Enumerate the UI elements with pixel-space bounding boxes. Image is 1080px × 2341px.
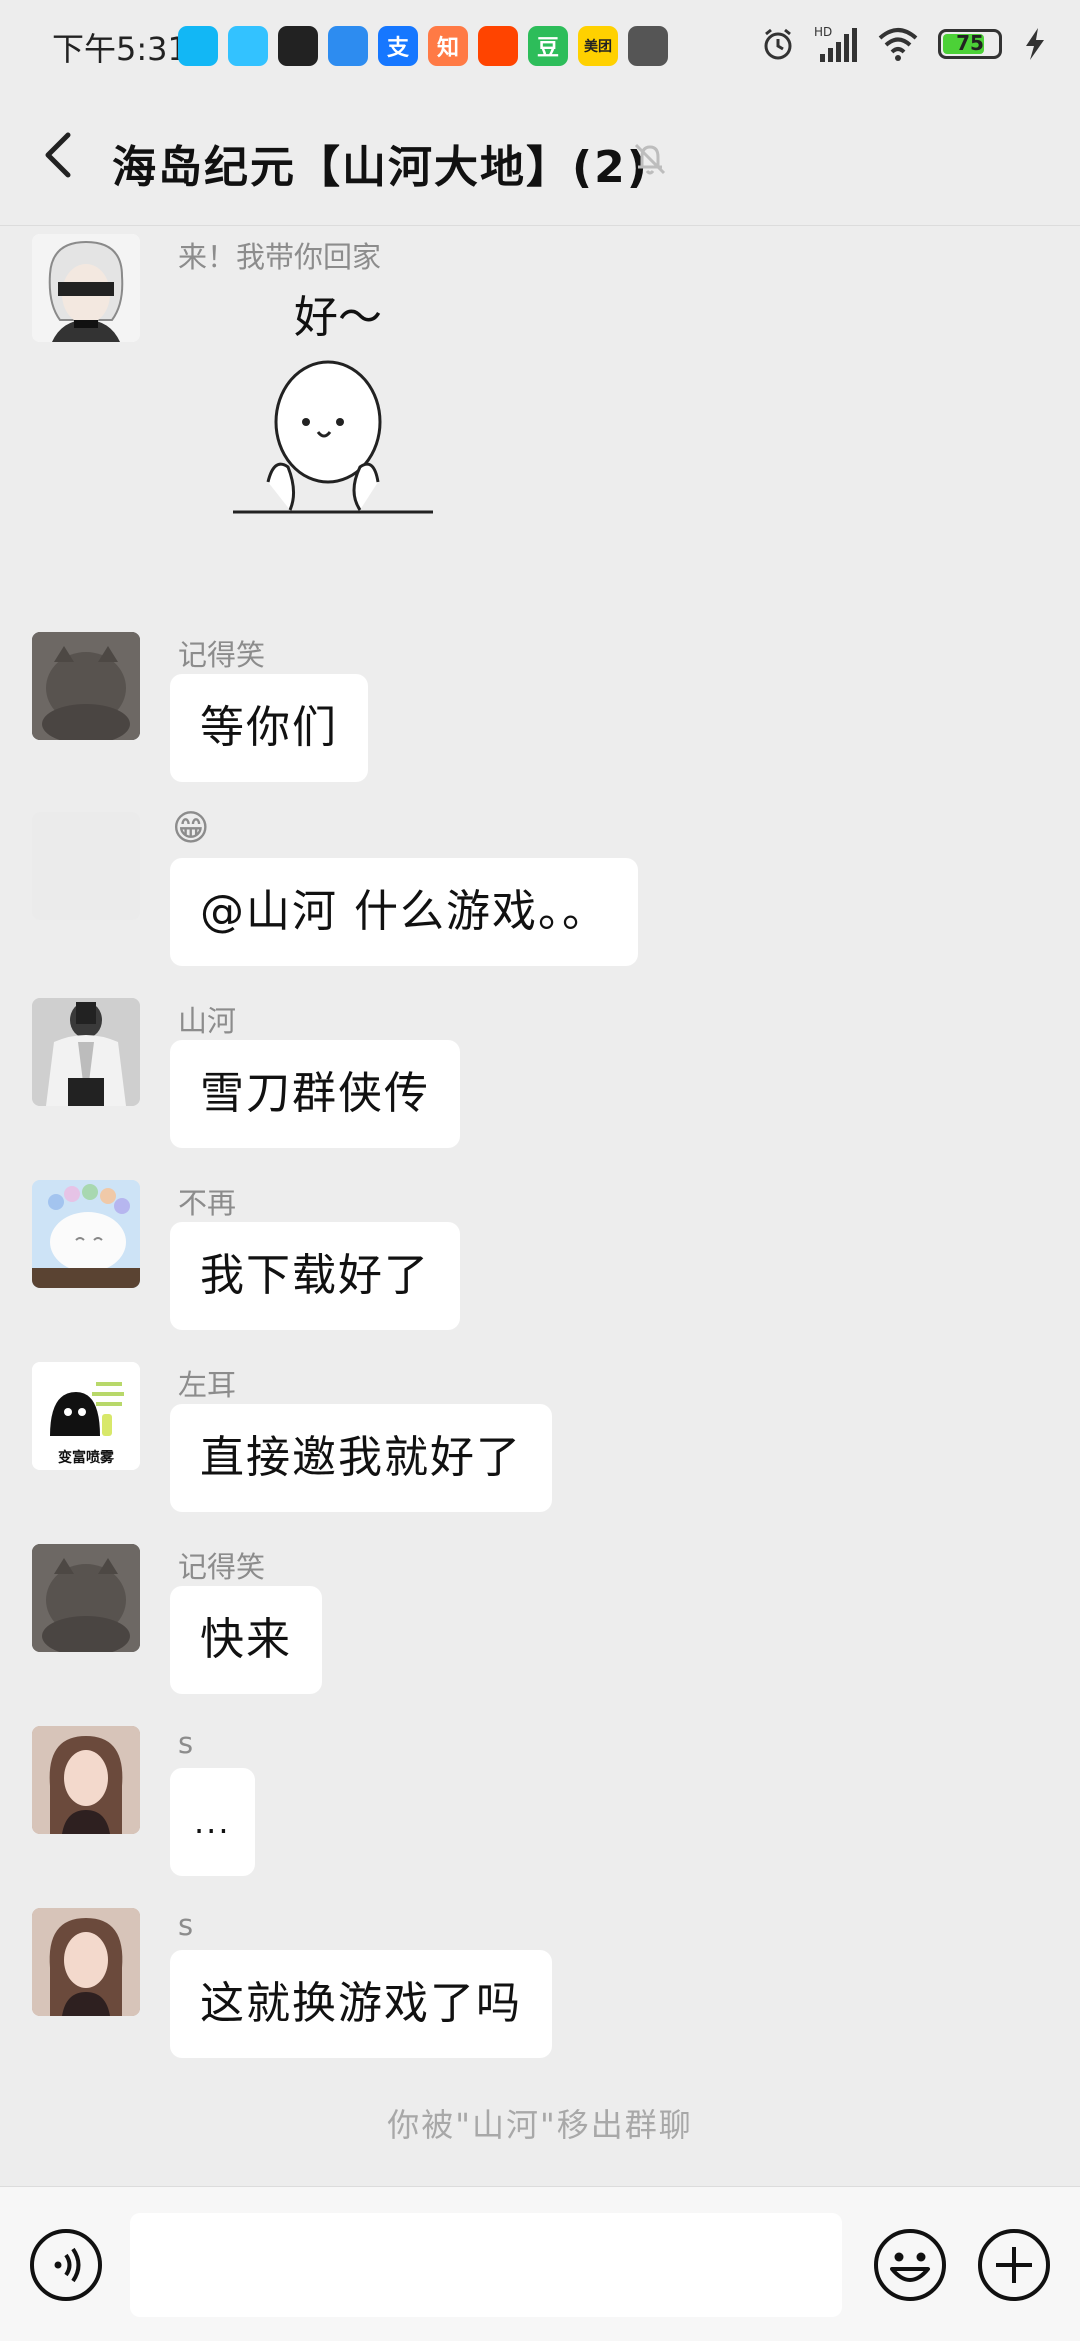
battery-indicator: 75 <box>938 29 1002 59</box>
sender-name: 😁 <box>172 808 210 849</box>
emoji-icon[interactable] <box>872 2227 948 2303</box>
message-bubble[interactable]: 快来 <box>170 1586 322 1694</box>
avatar[interactable] <box>32 1180 140 1288</box>
message-row: s ... <box>0 1726 1080 1876</box>
battery-level: 75 <box>956 31 984 55</box>
sticker-image[interactable]: 好～ <box>228 282 448 542</box>
message-input[interactable] <box>130 2213 842 2317</box>
qq-icon <box>178 26 218 66</box>
message-bubble[interactable]: 等你们 <box>170 674 368 782</box>
douban-icon: 豆 <box>528 26 568 66</box>
sender-name: 来！我带你回家 <box>178 240 382 274</box>
alipay-icon: 支 <box>378 26 418 66</box>
chat-title[interactable]: 海岛纪元【山河大地】(2) <box>112 131 649 195</box>
message-bubble[interactable]: @山河 什么游戏。。 <box>170 858 638 966</box>
muted-bell-icon <box>634 143 666 175</box>
message-bubble[interactable]: 这就换游戏了吗 <box>170 1950 552 2058</box>
avatar[interactable] <box>32 234 140 342</box>
system-icons: HD 75 <box>760 24 1050 64</box>
signal-icon: HD <box>814 25 857 62</box>
sender-name: s <box>178 1908 194 1942</box>
svg-text:HD: HD <box>814 25 832 39</box>
message-bubble[interactable]: 直接邀我就好了 <box>170 1404 552 1512</box>
message-row: 记得笑 快来 <box>0 1544 1080 1694</box>
message-bubble[interactable]: ... <box>170 1768 255 1876</box>
message-row: 来！我带你回家 好～ <box>0 234 1080 564</box>
status-bar: 下午5:31 支知 豆美团 HD 75 <box>0 0 1080 95</box>
message-row: 不再 我下载好了 <box>0 1180 1080 1330</box>
svg-text:变富喷雾: 变富喷雾 <box>58 1449 115 1466</box>
notification-icons: 支知 豆美团 <box>178 26 668 66</box>
baidu-netdisk-icon <box>328 26 368 66</box>
app-icon <box>278 26 318 66</box>
sender-name: 不再 <box>178 1186 237 1220</box>
meituan-icon: 美团 <box>578 26 618 66</box>
svg-text:好～: 好～ <box>294 292 382 343</box>
message-bubble[interactable]: 雪刀群侠传 <box>170 1040 460 1148</box>
zhihu-icon: 知 <box>428 26 468 66</box>
sender-name: 山河 <box>178 1004 237 1038</box>
charging-icon <box>1026 28 1044 60</box>
message-row: 😁 @山河 什么游戏。。 <box>0 808 1080 972</box>
message-row: 记得笑 等你们 <box>0 632 1080 782</box>
system-notice: 你被"山河"移出群聊 <box>387 2106 693 2144</box>
more-options-plus-icon[interactable] <box>976 2227 1052 2303</box>
message-bubble[interactable]: 我下载好了 <box>170 1222 460 1330</box>
avatar[interactable] <box>32 1544 140 1652</box>
avatar[interactable] <box>32 1726 140 1834</box>
sender-name: 左耳 <box>178 1368 237 1402</box>
avatar[interactable] <box>32 1908 140 2016</box>
message-row: 山河 雪刀群侠传 <box>0 998 1080 1148</box>
status-time: 下午5:31 <box>52 30 188 68</box>
alarm-icon <box>764 28 792 60</box>
input-bar <box>0 2186 1080 2341</box>
sender-name: 记得笑 <box>178 638 266 672</box>
message-row: s 这就换游戏了吗 <box>0 1908 1080 2058</box>
sender-name: 记得笑 <box>178 1550 266 1584</box>
voice-input-icon[interactable] <box>28 2227 104 2303</box>
avatar[interactable]: 变富喷雾 <box>32 1362 140 1470</box>
avatar[interactable] <box>32 812 140 920</box>
qq-lite-icon <box>228 26 268 66</box>
chat-header: 海岛纪元【山河大地】(2) <box>0 95 1080 226</box>
sender-name: s <box>178 1726 194 1760</box>
message-row: 变富喷雾 左耳 直接邀我就好了 <box>0 1362 1080 1512</box>
back-arrow-icon[interactable] <box>30 125 90 185</box>
blocked-icon <box>628 26 668 66</box>
avatar[interactable] <box>32 632 140 740</box>
avatar[interactable] <box>32 998 140 1106</box>
taobao-icon <box>478 26 518 66</box>
wifi-icon <box>878 28 918 61</box>
